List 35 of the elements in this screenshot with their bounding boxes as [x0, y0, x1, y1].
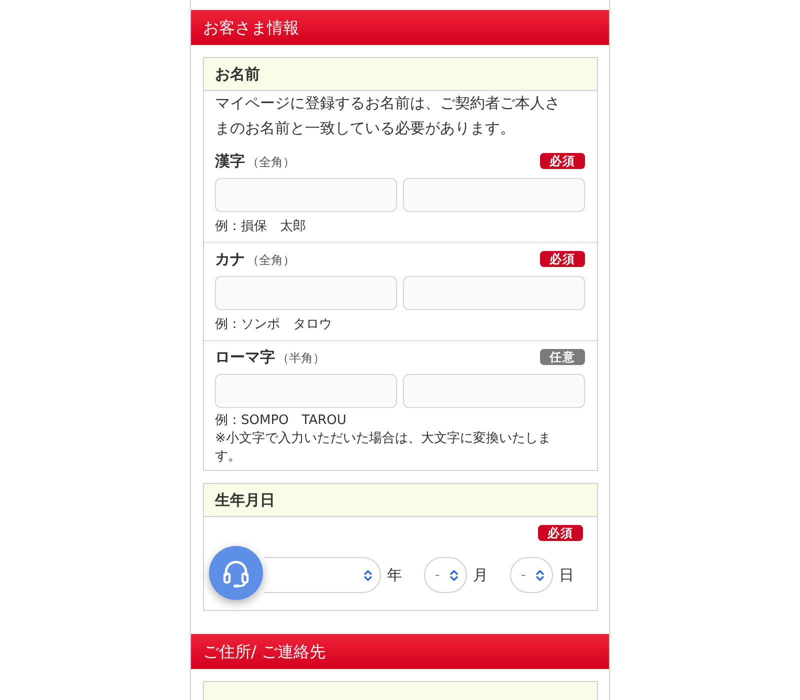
- panel-title: 生年月日: [215, 491, 275, 509]
- date-dropdown[interactable]: [264, 557, 381, 593]
- field-label: ローマ字: [215, 348, 275, 366]
- note-text: ※小文字で入力いただいた場合は、大文字に変換いたします。: [215, 430, 552, 466]
- up-down-chevron-icon: [364, 570, 372, 580]
- required-badge: 必須: [540, 153, 585, 169]
- up-down-chevron-icon: [536, 570, 544, 580]
- section-header: ご住所/ ご連絡先: [191, 634, 609, 669]
- text-input[interactable]: [215, 178, 397, 212]
- field-hint: （全角）: [247, 154, 295, 170]
- text-input[interactable]: [215, 374, 397, 408]
- description-text: マイページに登録するお名前は、ご契約者ご本人さまのお名前と一致している必要があります。: [215, 93, 561, 139]
- text-input[interactable]: [403, 276, 585, 310]
- field-hint: （全角）: [247, 252, 295, 268]
- text-input[interactable]: [215, 276, 397, 310]
- section-header: お客さま情報: [191, 10, 609, 45]
- date-dropdown[interactable]: -: [510, 557, 553, 593]
- text-input[interactable]: [403, 178, 585, 212]
- text-input[interactable]: [403, 374, 585, 408]
- panel-title: お名前: [215, 65, 260, 83]
- example-text: 例：SOMPO TAROU: [215, 412, 348, 430]
- unit-label: 年: [387, 566, 402, 584]
- field-label: 漢字: [215, 152, 245, 170]
- headset-icon: [221, 558, 251, 588]
- unit-label: 日: [559, 566, 574, 584]
- optional-badge: 任意: [540, 349, 585, 365]
- required-badge: 必須: [540, 251, 585, 267]
- up-down-chevron-icon: [450, 570, 458, 580]
- required-badge: 必須: [538, 525, 583, 541]
- unit-label: 月: [473, 566, 488, 584]
- field-label: カナ: [215, 250, 245, 268]
- example-text: 例：ソンポ タロウ: [215, 316, 333, 334]
- date-dropdown[interactable]: -: [424, 557, 467, 593]
- example-text: 例：損保 太郎: [215, 218, 307, 236]
- field-hint: （半角）: [277, 350, 325, 366]
